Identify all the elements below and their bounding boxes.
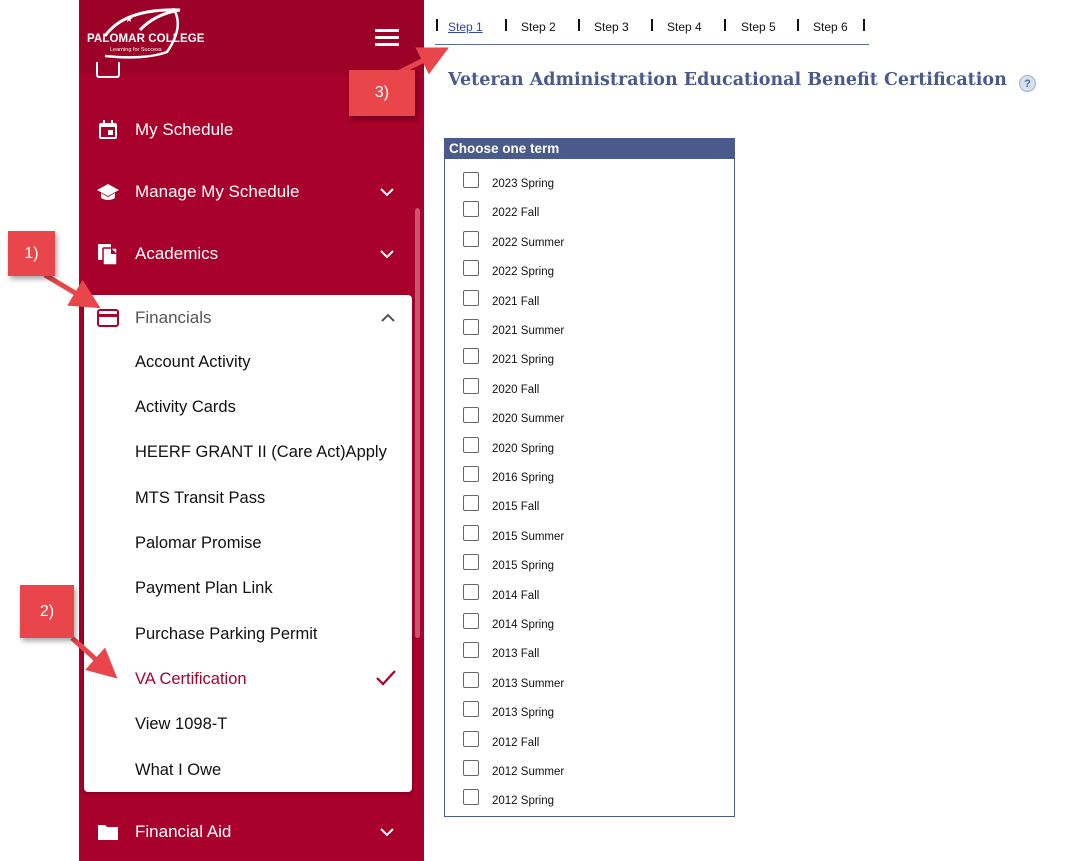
annotation-arrow-2 [70,636,118,679]
annotation-arrow-3 [398,47,449,75]
annotation-callout-1: 1) [8,231,55,276]
annotation-arrows [43,47,449,679]
annotation-callout-3: 3) [349,70,415,116]
annotation-callout-2: 2) [20,585,74,638]
annotation-arrow-1 [43,272,101,309]
